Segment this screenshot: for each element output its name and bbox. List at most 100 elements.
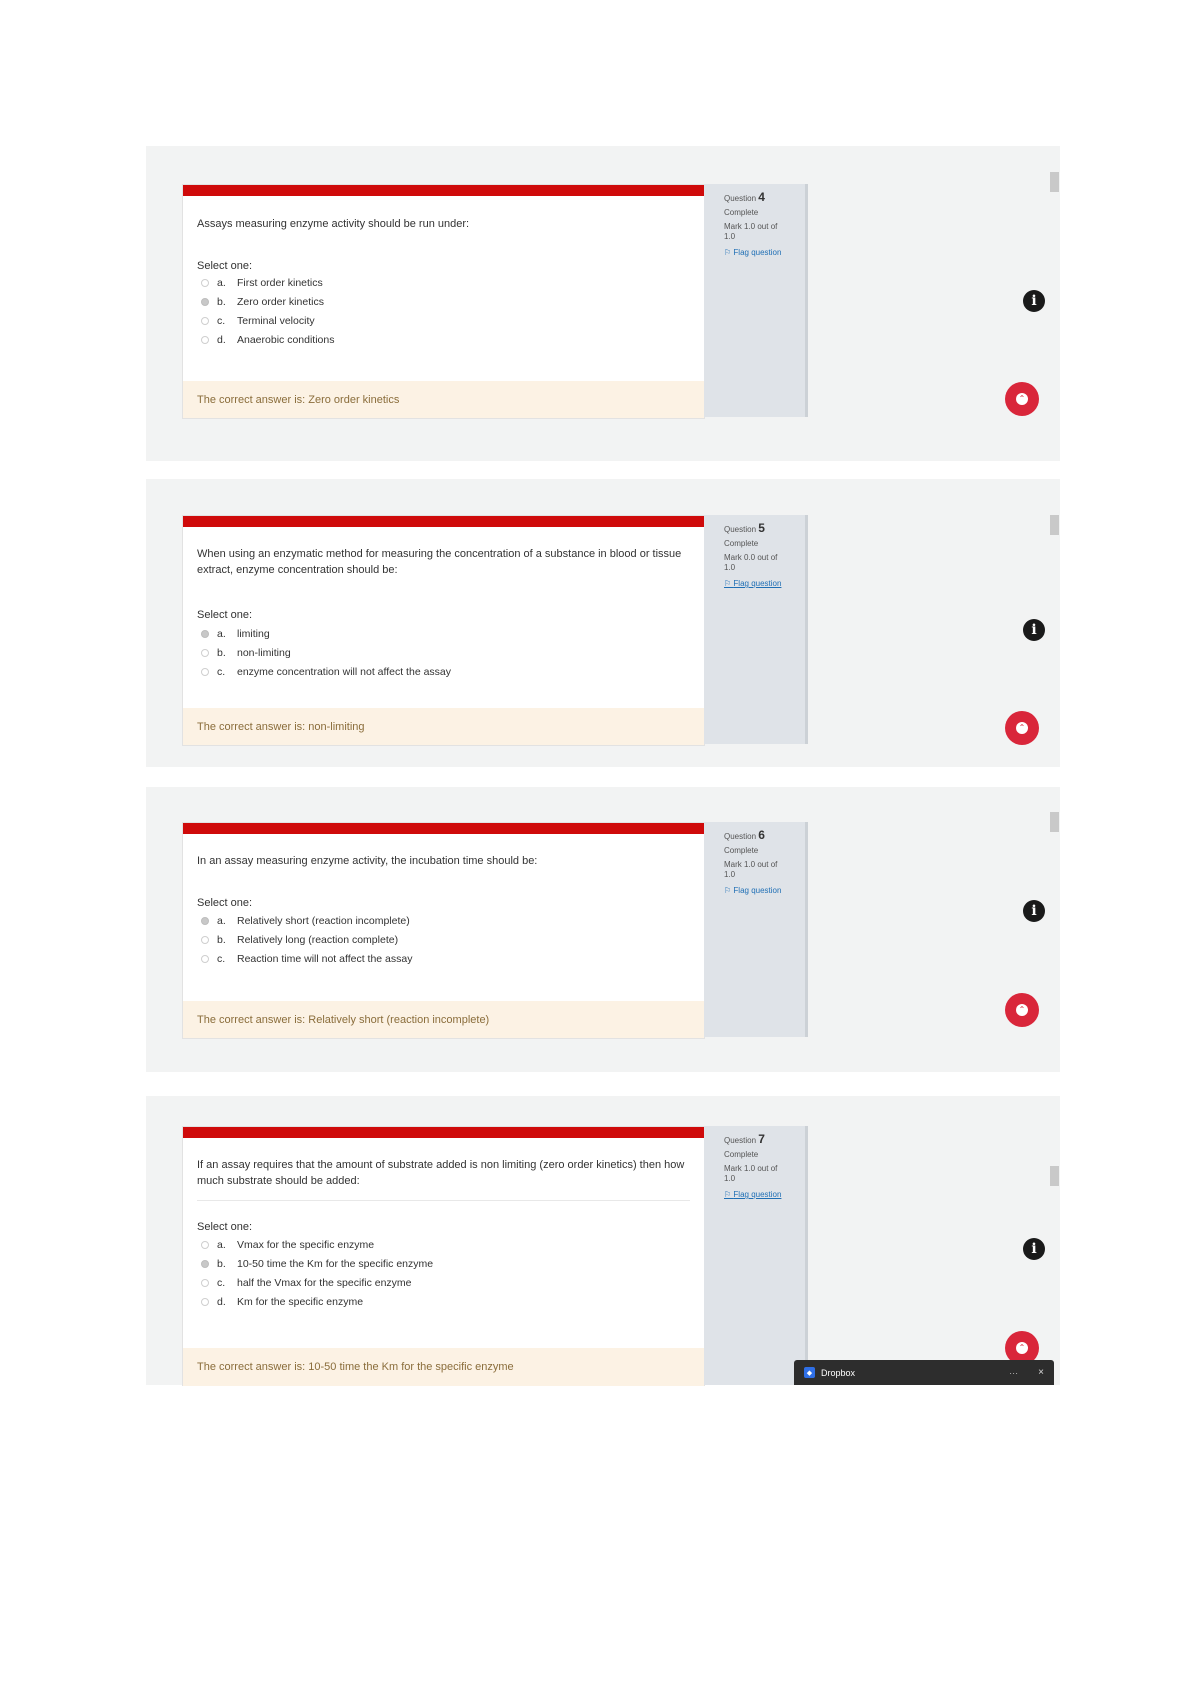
radio-button[interactable] [201,1279,209,1287]
question-text: In an assay measuring enzyme activity, t… [197,855,538,867]
scroll-up-button[interactable]: ⌃ [1005,382,1039,416]
dropbox-notification[interactable]: ◆ Dropbox ··· × [794,1360,1054,1385]
question-number: Question 6 [724,828,765,842]
question-info: Question 7 Complete Mark 1.0 out of 1.0 ⚐… [704,1126,808,1385]
option-b[interactable]: b. Relatively long (reaction complete) [201,932,398,948]
radio-button-selected[interactable] [201,1260,209,1268]
option-letter: a. [217,277,226,289]
radio-button-selected[interactable] [201,917,209,925]
option-b[interactable]: b. non-limiting [201,645,291,661]
question-panel-4: Assays measuring enzyme activity should … [146,146,1060,461]
option-text: non-limiting [237,647,291,659]
correct-answer-feedback: The correct answer is: 10-50 time the Km… [183,1348,704,1386]
correct-answer-feedback: The correct answer is: Relatively short … [183,1001,704,1038]
question-text: If an assay requires that the amount of … [197,1159,685,1187]
question-mark: Mark 1.0 out of 1.0 [724,860,778,879]
info-icon[interactable]: i [1023,900,1045,922]
question-header-bar [183,516,704,527]
option-letter: a. [217,915,226,927]
radio-button[interactable] [201,649,209,657]
option-a[interactable]: a. First order kinetics [201,275,323,291]
option-letter: c. [217,953,226,965]
divider [197,1200,690,1201]
radio-button[interactable] [201,936,209,944]
question-state: Complete [724,539,759,548]
info-icon[interactable]: i [1023,290,1045,312]
option-c[interactable]: c. enzyme concentration will not affect t… [201,664,451,680]
question-header-bar [183,823,704,834]
option-letter: d. [217,334,226,346]
option-a[interactable]: a. Relatively short (reaction incomplete) [201,913,410,929]
option-d[interactable]: d. Km for the specific enzyme [201,1294,363,1310]
option-text: Km for the specific enzyme [237,1296,364,1308]
info-icon[interactable]: i [1023,1238,1045,1260]
option-letter: a. [217,1239,226,1251]
scroll-up-button[interactable]: ⌃ [1005,711,1039,745]
flag-question-link[interactable]: ⚐ Flag question [724,886,805,895]
radio-button[interactable] [201,317,209,325]
option-c[interactable]: c. half the Vmax for the specific enzyme [201,1275,412,1291]
radio-button[interactable] [201,1298,209,1306]
question-panel-7: If an assay requires that the amount of … [146,1096,1060,1386]
option-text: limiting [237,628,270,640]
question-card: When using an enzymatic method for measu… [182,515,705,746]
option-a[interactable]: a. limiting [201,626,270,642]
chevron-up-icon: ⌃ [1016,1004,1028,1016]
option-text: enzyme concentration will not affect the… [237,666,452,678]
option-b[interactable]: b. 10-50 time the Km for the specific enz… [201,1256,433,1272]
flag-question-link[interactable]: ⚐ Flag question [724,248,805,257]
option-letter: a. [217,628,226,640]
page: { "questions": [ { "number": "4", "label… [0,0,1200,1698]
option-letter: b. [217,1258,226,1270]
scrollbar-thumb[interactable] [1050,172,1059,192]
option-a[interactable]: a. Vmax for the specific enzyme [201,1237,374,1253]
option-d[interactable]: d. Anaerobic conditions [201,332,334,348]
select-one-label: Select one: [197,897,253,909]
question-mark: Mark 1.0 out of 1.0 [724,222,778,241]
dropbox-label: Dropbox [821,1367,856,1378]
scrollbar-thumb[interactable] [1050,1166,1059,1186]
radio-button-selected[interactable] [201,630,209,638]
chevron-up-icon: ⌃ [1016,393,1028,405]
option-b[interactable]: b. Zero order kinetics [201,294,324,310]
scrollbar-thumb[interactable] [1050,812,1059,832]
radio-button[interactable] [201,1241,209,1249]
option-text: Vmax for the specific enzyme [237,1239,375,1251]
option-text: Relatively short (reaction incomplete) [237,915,410,927]
flag-question-link[interactable]: ⚐ Flag question [724,579,805,588]
scroll-up-button[interactable]: ⌃ [1005,993,1039,1027]
option-text: Reaction time will not affect the assay [237,953,413,965]
chevron-up-icon: ⌃ [1016,1342,1028,1354]
radio-button-selected[interactable] [201,298,209,306]
close-icon[interactable]: × [1038,1367,1044,1378]
info-icon[interactable]: i [1023,619,1045,641]
option-letter: b. [217,934,226,946]
scrollbar-thumb[interactable] [1050,515,1059,535]
question-number: Question 4 [724,190,765,204]
question-state: Complete [724,208,759,217]
question-info: Question 4 Complete Mark 1.0 out of 1.0 ⚐… [704,184,808,417]
option-letter: d. [217,1296,226,1308]
question-number: Question 7 [724,1132,765,1146]
question-text: Assays measuring enzyme activity should … [197,218,470,230]
radio-button[interactable] [201,279,209,287]
more-options-icon[interactable]: ··· [1009,1368,1018,1378]
question-panel-5: When using an enzymatic method for measu… [146,479,1060,767]
correct-answer-feedback: The correct answer is: non-limiting [183,708,704,745]
radio-button[interactable] [201,668,209,676]
radio-button[interactable] [201,336,209,344]
flag-question-link[interactable]: ⚐ Flag question [724,1190,805,1199]
question-info: Question 5 Complete Mark 0.0 out of 1.0 ⚐… [704,515,808,744]
question-card: Assays measuring enzyme activity should … [182,184,705,419]
option-letter: c. [217,315,226,327]
option-c[interactable]: c. Terminal velocity [201,313,315,329]
option-text: Zero order kinetics [237,296,324,308]
radio-button[interactable] [201,955,209,963]
question-info: Question 6 Complete Mark 1.0 out of 1.0 ⚐… [704,822,808,1037]
question-text: When using an enzymatic method for measu… [197,548,682,576]
option-c[interactable]: c. Reaction time will not affect the assa… [201,951,412,967]
question-header-bar [183,185,704,196]
option-letter: b. [217,647,226,659]
chevron-up-icon: ⌃ [1016,722,1028,734]
question-mark: Mark 0.0 out of 1.0 [724,553,778,572]
